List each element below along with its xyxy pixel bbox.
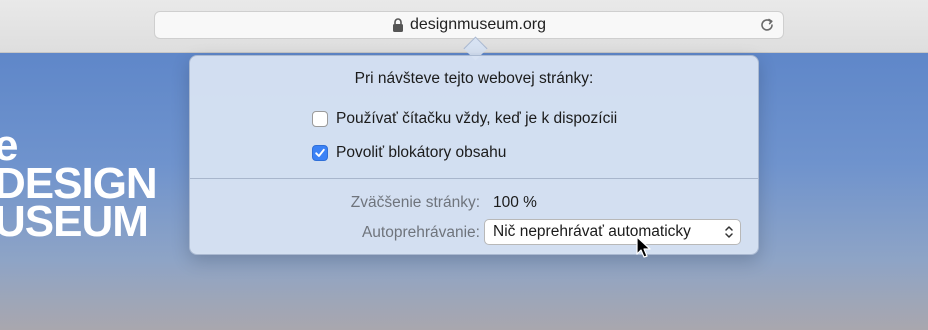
updown-chevron-icon — [725, 226, 733, 238]
checkmark-icon — [315, 148, 325, 157]
mouse-cursor-icon — [636, 236, 651, 258]
reader-checkbox-label[interactable]: Používať čítačku vždy, keď je k dispozíc… — [336, 110, 617, 128]
lock-icon — [392, 18, 403, 32]
divider — [190, 178, 758, 179]
reader-checkbox[interactable] — [312, 111, 328, 127]
autoplay-selected-value: Nič neprehrávať automaticky — [493, 223, 691, 240]
autoplay-label: Autoprehrávanie: — [361, 224, 480, 241]
website-settings-popover: Pri návšteve tejto webovej stránky: Použ… — [189, 55, 759, 255]
reload-icon[interactable] — [759, 17, 775, 33]
reader-checkbox-row[interactable]: Používať čítačku vždy, keď je k dispozíc… — [312, 110, 617, 128]
autoplay-select[interactable]: Nič neprehrávať automaticky — [484, 219, 741, 245]
page-zoom-label: Zväčšenie stránky: — [350, 194, 480, 211]
page-zoom-value[interactable]: 100 % — [493, 194, 537, 212]
content-blockers-checkbox-row[interactable]: Povoliť blokátory obsahu — [312, 144, 506, 162]
logo-line-3: USEUM — [0, 197, 149, 246]
address-content: designmuseum.org — [155, 12, 783, 38]
content-blockers-checkbox-label[interactable]: Povoliť blokátory obsahu — [336, 144, 506, 162]
address-bar[interactable]: designmuseum.org — [154, 11, 784, 39]
popover-title: Pri návšteve tejto webovej stránky: — [354, 70, 594, 87]
safari-toolbar: designmuseum.org — [0, 0, 928, 53]
design-museum-logo: e DESIGN USEUM — [0, 124, 158, 246]
content-blockers-checkbox[interactable] — [312, 145, 328, 161]
url-text: designmuseum.org — [409, 16, 547, 33]
